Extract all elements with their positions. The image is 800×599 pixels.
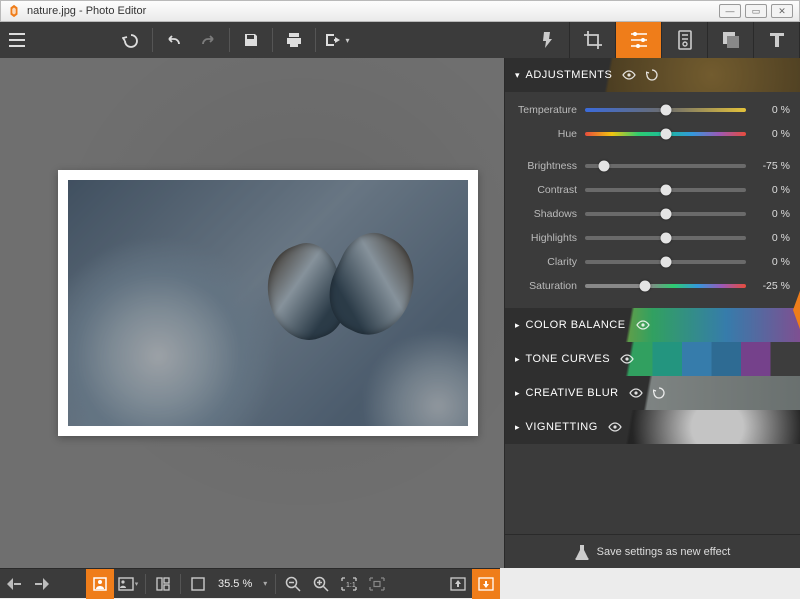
- expand-icon: ▸: [515, 422, 520, 433]
- export-image-button[interactable]: [472, 569, 500, 599]
- slider-value: 0 %: [746, 232, 790, 244]
- tab-adjustments[interactable]: [616, 22, 662, 58]
- section-vignetting: ▸ VIGNETTING: [505, 410, 800, 444]
- section-adjustments: ▾ ADJUSTMENTS Temperature 0 % Hue 0 %: [505, 58, 800, 308]
- section-tone-curves: ▸ TONE CURVES: [505, 342, 800, 376]
- section-title: TONE CURVES: [526, 353, 611, 365]
- slider-track-contrast[interactable]: [585, 188, 746, 192]
- slider-brightness: Brightness -75 %: [515, 154, 790, 178]
- app-logo-icon: [7, 4, 21, 18]
- slider-value: 0 %: [746, 184, 790, 196]
- section-color-balance: ▸ COLOR BALANCE: [505, 308, 800, 342]
- section-head-color-balance[interactable]: ▸ COLOR BALANCE: [505, 308, 800, 342]
- slider-value: 0 %: [746, 104, 790, 116]
- slider-value: 0 %: [746, 208, 790, 220]
- zoom-out-button[interactable]: [279, 569, 307, 599]
- collapse-icon: ▾: [515, 70, 520, 81]
- expand-icon: ▸: [515, 354, 520, 365]
- slider-track-shadows[interactable]: [585, 212, 746, 216]
- flask-icon: [575, 544, 589, 560]
- slider-track-clarity[interactable]: [585, 260, 746, 264]
- slider-track-temperature[interactable]: [585, 108, 746, 112]
- window-maximize-button[interactable]: ▭: [745, 4, 767, 18]
- compare-view-button[interactable]: ▾: [114, 569, 142, 599]
- slider-track-hue[interactable]: [585, 132, 746, 136]
- tab-crop[interactable]: [570, 22, 616, 58]
- section-creative-blur: ▸ CREATIVE BLUR: [505, 376, 800, 410]
- reset-icon[interactable]: [646, 69, 658, 81]
- window-minimize-button[interactable]: —: [719, 4, 741, 18]
- visibility-toggle-icon[interactable]: [608, 422, 622, 432]
- section-title: ADJUSTMENTS: [526, 69, 613, 81]
- bottom-toolbar: ▾ 35.5 % ▾ 1:1: [0, 568, 500, 598]
- slider-value: 0 %: [746, 128, 790, 140]
- slider-contrast: Contrast 0 %: [515, 178, 790, 202]
- print-button[interactable]: [277, 22, 311, 58]
- section-title: CREATIVE BLUR: [526, 387, 619, 399]
- zoom-in-button[interactable]: [307, 569, 335, 599]
- zoom-actual-button[interactable]: 1:1: [335, 569, 363, 599]
- slider-saturation: Saturation -25 %: [515, 274, 790, 298]
- visibility-toggle-icon[interactable]: [620, 354, 634, 364]
- slider-value: -25 %: [746, 280, 790, 292]
- slider-shadows: Shadows 0 %: [515, 202, 790, 226]
- slider-value: 0 %: [746, 256, 790, 268]
- zoom-dropdown-button[interactable]: ▾: [258, 569, 272, 599]
- section-head-creative-blur[interactable]: ▸ CREATIVE BLUR: [505, 376, 800, 410]
- undo-button[interactable]: [157, 22, 191, 58]
- right-panel: ▾ ADJUSTMENTS Temperature 0 % Hue 0 %: [504, 58, 800, 568]
- reset-icon[interactable]: [653, 387, 665, 399]
- slider-highlights: Highlights 0 %: [515, 226, 790, 250]
- slider-track-highlights[interactable]: [585, 236, 746, 240]
- single-view-button[interactable]: [86, 569, 114, 599]
- next-image-button[interactable]: [28, 569, 56, 599]
- fit-screen-button[interactable]: [184, 569, 212, 599]
- section-title: VIGNETTING: [526, 421, 598, 433]
- window-close-button[interactable]: ✕: [771, 4, 793, 18]
- svg-text:1:1: 1:1: [346, 582, 356, 589]
- main-toolbar: ▾: [0, 22, 800, 58]
- export-button[interactable]: ▾: [320, 22, 354, 58]
- expand-icon: ▸: [515, 320, 520, 331]
- save-as-effect-button[interactable]: Save settings as new effect: [505, 534, 800, 568]
- slider-track-brightness[interactable]: [585, 164, 746, 168]
- slider-clarity: Clarity 0 %: [515, 250, 790, 274]
- undo-all-button[interactable]: [114, 22, 148, 58]
- adjustments-sliders: Temperature 0 % Hue 0 % Brightness -75 %: [505, 92, 800, 308]
- visibility-toggle-icon[interactable]: [622, 70, 636, 80]
- layout-button[interactable]: [149, 569, 177, 599]
- canvas-area[interactable]: [0, 58, 504, 568]
- redo-button[interactable]: [191, 22, 225, 58]
- slider-value: -75 %: [746, 160, 790, 172]
- expand-icon: ▸: [515, 388, 520, 399]
- window-title: nature.jpg - Photo Editor: [27, 5, 146, 17]
- titlebar: nature.jpg - Photo Editor — ▭ ✕: [0, 0, 800, 22]
- tab-effects[interactable]: [524, 22, 570, 58]
- slider-hue: Hue 0 %: [515, 122, 790, 146]
- section-head-adjustments[interactable]: ▾ ADJUSTMENTS: [505, 58, 800, 92]
- section-title: COLOR BALANCE: [526, 319, 626, 331]
- tab-retouch[interactable]: [662, 22, 708, 58]
- import-button[interactable]: [444, 569, 472, 599]
- photo-canvas[interactable]: [58, 170, 478, 436]
- tab-overlays[interactable]: [708, 22, 754, 58]
- tool-tabs: [524, 22, 800, 58]
- slider-temperature: Temperature 0 %: [515, 98, 790, 122]
- menu-button[interactable]: [0, 22, 34, 58]
- prev-image-button[interactable]: [0, 569, 28, 599]
- tab-text[interactable]: [754, 22, 800, 58]
- slider-track-saturation[interactable]: [585, 284, 746, 288]
- visibility-toggle-icon[interactable]: [636, 320, 650, 330]
- save-as-effect-label: Save settings as new effect: [597, 546, 731, 558]
- section-head-vignetting[interactable]: ▸ VIGNETTING: [505, 410, 800, 444]
- zoom-fit-button[interactable]: [363, 569, 391, 599]
- zoom-level[interactable]: 35.5 %: [212, 578, 258, 590]
- save-button[interactable]: [234, 22, 268, 58]
- visibility-toggle-icon[interactable]: [629, 388, 643, 398]
- section-head-tone-curves[interactable]: ▸ TONE CURVES: [505, 342, 800, 376]
